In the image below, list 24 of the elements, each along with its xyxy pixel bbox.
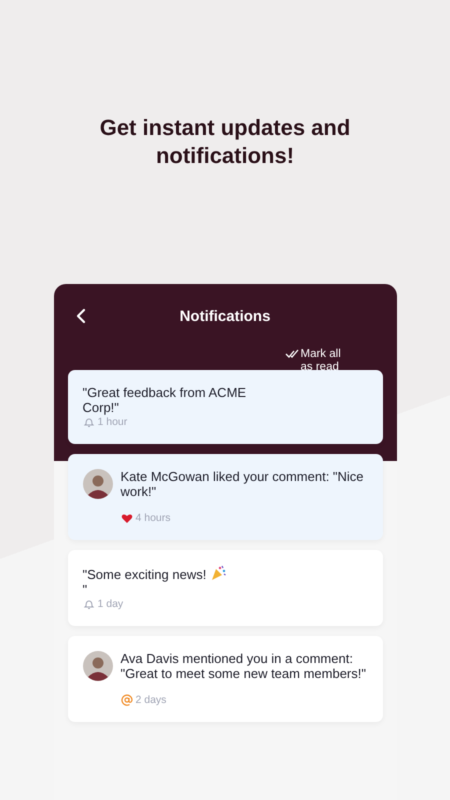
notification-text: Ava Davis mentioned you in a comment: "Great to meet some new team members!" [120,651,367,681]
bell-icon [82,416,94,428]
notification-text: "Great feedback from ACME Corp!" [82,385,248,415]
notification-card[interactable]: Ava Davis mentioned you in a comment: "Great to meet some new team members!" 2 days [68,636,382,722]
avatar [82,651,112,681]
notification-text: "Some exciting news! " [82,565,268,597]
headline: Get instant updates and notifications! [98,114,352,170]
bell-icon [82,598,94,610]
notification-card[interactable]: Kate McGowan liked your comment: "Nice work!" 4 hours [68,454,382,540]
back-icon [76,308,86,324]
heart-icon [120,512,132,524]
avatar [82,469,112,499]
at-sign-icon [120,694,132,706]
time-label: 1 hour [98,416,128,428]
double-check-icon [284,349,298,359]
party-popper-icon [210,565,226,581]
notification-text: Kate McGowan liked your comment: "Nice work!" [120,469,365,499]
mark-all-read-button[interactable]: Mark all as read [284,348,352,370]
time-label: 4 hours [136,512,171,524]
time-label: 2 days [136,694,166,706]
notification-card[interactable]: "Great feedback from ACME Corp!" 1 hour [68,370,382,444]
screen-title: Notifications [180,308,270,324]
notification-card[interactable]: "Some exciting news! " 1 day [68,550,382,626]
time-label: 1 day [98,598,124,610]
